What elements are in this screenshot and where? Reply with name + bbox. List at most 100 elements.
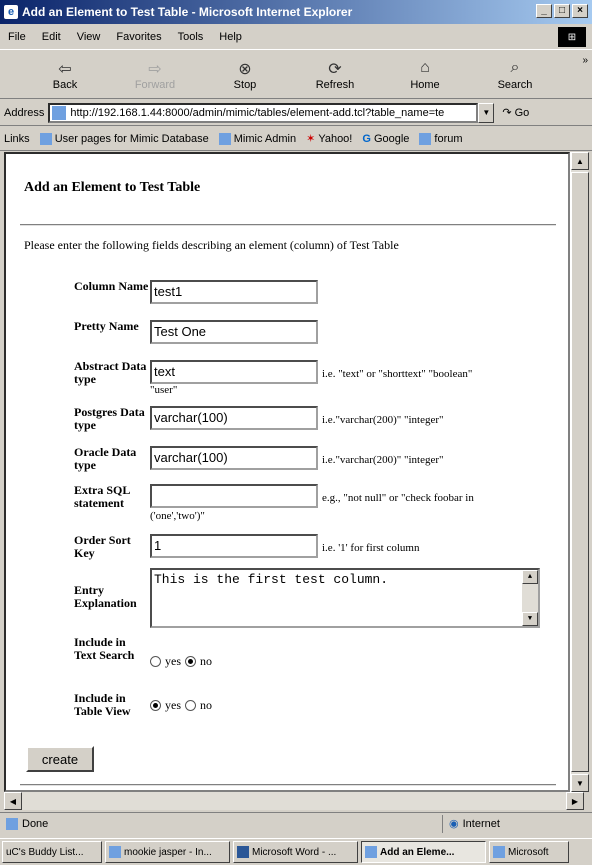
link-text: Yahoo! xyxy=(318,132,353,145)
scroll-down-icon[interactable]: ▼ xyxy=(522,612,538,626)
back-button[interactable]: ⇦ Back xyxy=(20,59,110,91)
scroll-left-icon[interactable]: ◀ xyxy=(4,792,22,810)
explanation-textarea[interactable]: This is the first test column. ▲ ▼ xyxy=(150,568,540,628)
menu-view[interactable]: View xyxy=(77,31,101,43)
link-text: Google xyxy=(373,132,410,145)
row-abstract-type: Abstract Data type text i.e. "text" or "… xyxy=(74,360,472,386)
column-name-input[interactable]: test1 xyxy=(150,280,318,304)
page-vertical-scrollbar[interactable]: ▲ ▼ xyxy=(570,152,589,792)
search-icon: ⌕ xyxy=(510,58,520,76)
google-icon: G xyxy=(362,132,371,145)
task-label: uC's Buddy List... xyxy=(6,846,84,858)
row-oracle-type: Oracle Data type varchar(100) i.e."varch… xyxy=(74,446,444,472)
task-mookie-jasper[interactable]: mookie jasper - In... xyxy=(105,841,230,863)
order-sort-input[interactable]: 1 xyxy=(150,534,318,558)
task-label: mookie jasper - In... xyxy=(124,846,212,858)
text-search-no-radio[interactable] xyxy=(185,656,196,667)
scroll-thumb[interactable] xyxy=(571,172,589,772)
menu-bar: File Edit View Favorites Tools Help ⊞ xyxy=(0,24,592,50)
status-done: Done xyxy=(6,817,442,830)
extra-sql-hint-cont: ('one','two')" xyxy=(150,510,205,522)
abstract-type-label: Abstract Data type xyxy=(74,359,147,386)
menu-file[interactable]: File xyxy=(8,31,26,43)
scroll-up-icon[interactable]: ▲ xyxy=(522,570,538,584)
toolbar-chevron-icon[interactable]: » xyxy=(582,55,588,66)
forward-button[interactable]: ⇨ Forward xyxy=(110,59,200,91)
page-horizontal-scrollbar[interactable]: ◀ ▶ xyxy=(4,792,584,810)
link-user-pages[interactable]: User pages for Mimic Database xyxy=(39,132,209,145)
extra-sql-input[interactable] xyxy=(150,484,318,508)
link-mimic-admin[interactable]: Mimic Admin xyxy=(218,132,297,145)
menu-favorites[interactable]: Favorites xyxy=(116,31,161,43)
close-button[interactable]: × xyxy=(572,4,588,18)
forward-arrow-icon: ⇨ xyxy=(148,60,162,78)
page-title: Add an Element to Test Table xyxy=(24,180,201,195)
page-content: Add an Element to Test Table Please ente… xyxy=(4,152,570,792)
ie-icon xyxy=(365,846,377,858)
row-extra-sql: Extra SQL statement e.g., "not null" or … xyxy=(74,484,474,510)
stop-button[interactable]: ⊗ Stop xyxy=(200,59,290,91)
taskbar: uC's Buddy List... mookie jasper - In...… xyxy=(0,838,592,865)
pretty-name-input[interactable]: Test One xyxy=(150,320,318,344)
link-text: forum xyxy=(434,132,463,145)
refresh-icon: ⟳ xyxy=(328,60,342,78)
search-label: Search xyxy=(497,78,533,91)
app-icon xyxy=(493,846,505,858)
text-search-no-label: no xyxy=(200,654,212,668)
stop-icon: ⊗ xyxy=(238,60,252,78)
task-buddy-list[interactable]: uC's Buddy List... xyxy=(2,841,102,863)
scroll-down-icon[interactable]: ▼ xyxy=(571,774,589,792)
text-search-yes-radio[interactable] xyxy=(150,656,161,667)
go-arrow-icon: ↷ xyxy=(502,107,512,119)
link-yahoo[interactable]: ✶ Yahoo! xyxy=(306,132,353,146)
oracle-type-label: Oracle Data type xyxy=(74,445,137,472)
table-view-yes-radio[interactable] xyxy=(150,700,161,711)
page-icon xyxy=(218,132,231,145)
scroll-up-icon[interactable]: ▲ xyxy=(571,152,589,170)
menu-tools[interactable]: Tools xyxy=(178,31,204,43)
maximize-button[interactable]: □ xyxy=(554,4,570,18)
task-label: Add an Eleme... xyxy=(380,846,455,858)
link-google[interactable]: G Google xyxy=(362,133,409,145)
postgres-type-hint: i.e."varchar(200)" "integer" xyxy=(322,414,444,426)
home-button[interactable]: ⌂ Home xyxy=(380,59,470,91)
address-dropdown-button[interactable]: ▼ xyxy=(478,102,495,123)
table-view-yes-label: yes xyxy=(165,698,181,712)
divider xyxy=(20,224,556,226)
menu-edit[interactable]: Edit xyxy=(42,31,61,43)
page-icon xyxy=(52,105,67,120)
page-icon xyxy=(6,817,18,830)
create-button[interactable]: create xyxy=(26,746,94,772)
postgres-type-input[interactable]: varchar(100) xyxy=(150,406,318,430)
window-title: Add an Element to Test Table - Microsoft… xyxy=(22,5,353,19)
go-button[interactable]: ↷ Go xyxy=(502,106,529,120)
explanation-label: Entry Explanation xyxy=(74,583,137,610)
task-add-element[interactable]: Add an Eleme... xyxy=(361,841,486,863)
minimize-button[interactable]: _ xyxy=(536,4,552,18)
textarea-scrollbar[interactable]: ▲ ▼ xyxy=(522,570,538,626)
task-microsoft[interactable]: Microsoft xyxy=(489,841,569,863)
row-postgres-type: Postgres Data type varchar(100) i.e."var… xyxy=(74,406,444,432)
row-order-sort: Order Sort Key 1 i.e. '1' for first colu… xyxy=(74,534,419,560)
link-forum[interactable]: forum xyxy=(419,132,463,145)
refresh-button[interactable]: ⟳ Refresh xyxy=(290,59,380,91)
abstract-type-input[interactable]: text xyxy=(150,360,318,384)
task-microsoft-word[interactable]: Microsoft Word - ... xyxy=(233,841,358,863)
table-view-no-radio[interactable] xyxy=(185,700,196,711)
task-label: Microsoft Word - ... xyxy=(252,846,337,858)
explanation-text: This is the first test column. xyxy=(154,572,389,587)
status-bar: Done ◉ Internet xyxy=(0,812,592,834)
link-text: Mimic Admin xyxy=(233,132,297,145)
column-name-label: Column Name xyxy=(74,279,149,293)
scroll-right-icon[interactable]: ▶ xyxy=(566,792,584,810)
table-view-no-label: no xyxy=(200,698,212,712)
address-input[interactable]: http://192.168.1.44:8000/admin/mimic/tab… xyxy=(48,102,479,123)
app-icon xyxy=(109,846,121,858)
home-label: Home xyxy=(410,78,440,91)
window-titlebar: e Add an Element to Test Table - Microso… xyxy=(0,0,592,24)
status-zone: ◉ Internet xyxy=(442,814,592,833)
oracle-type-input[interactable]: varchar(100) xyxy=(150,446,318,470)
intro-text: Please enter the following fields descri… xyxy=(24,238,399,252)
menu-help[interactable]: Help xyxy=(219,31,242,43)
search-button[interactable]: ⌕ Search xyxy=(470,59,560,91)
